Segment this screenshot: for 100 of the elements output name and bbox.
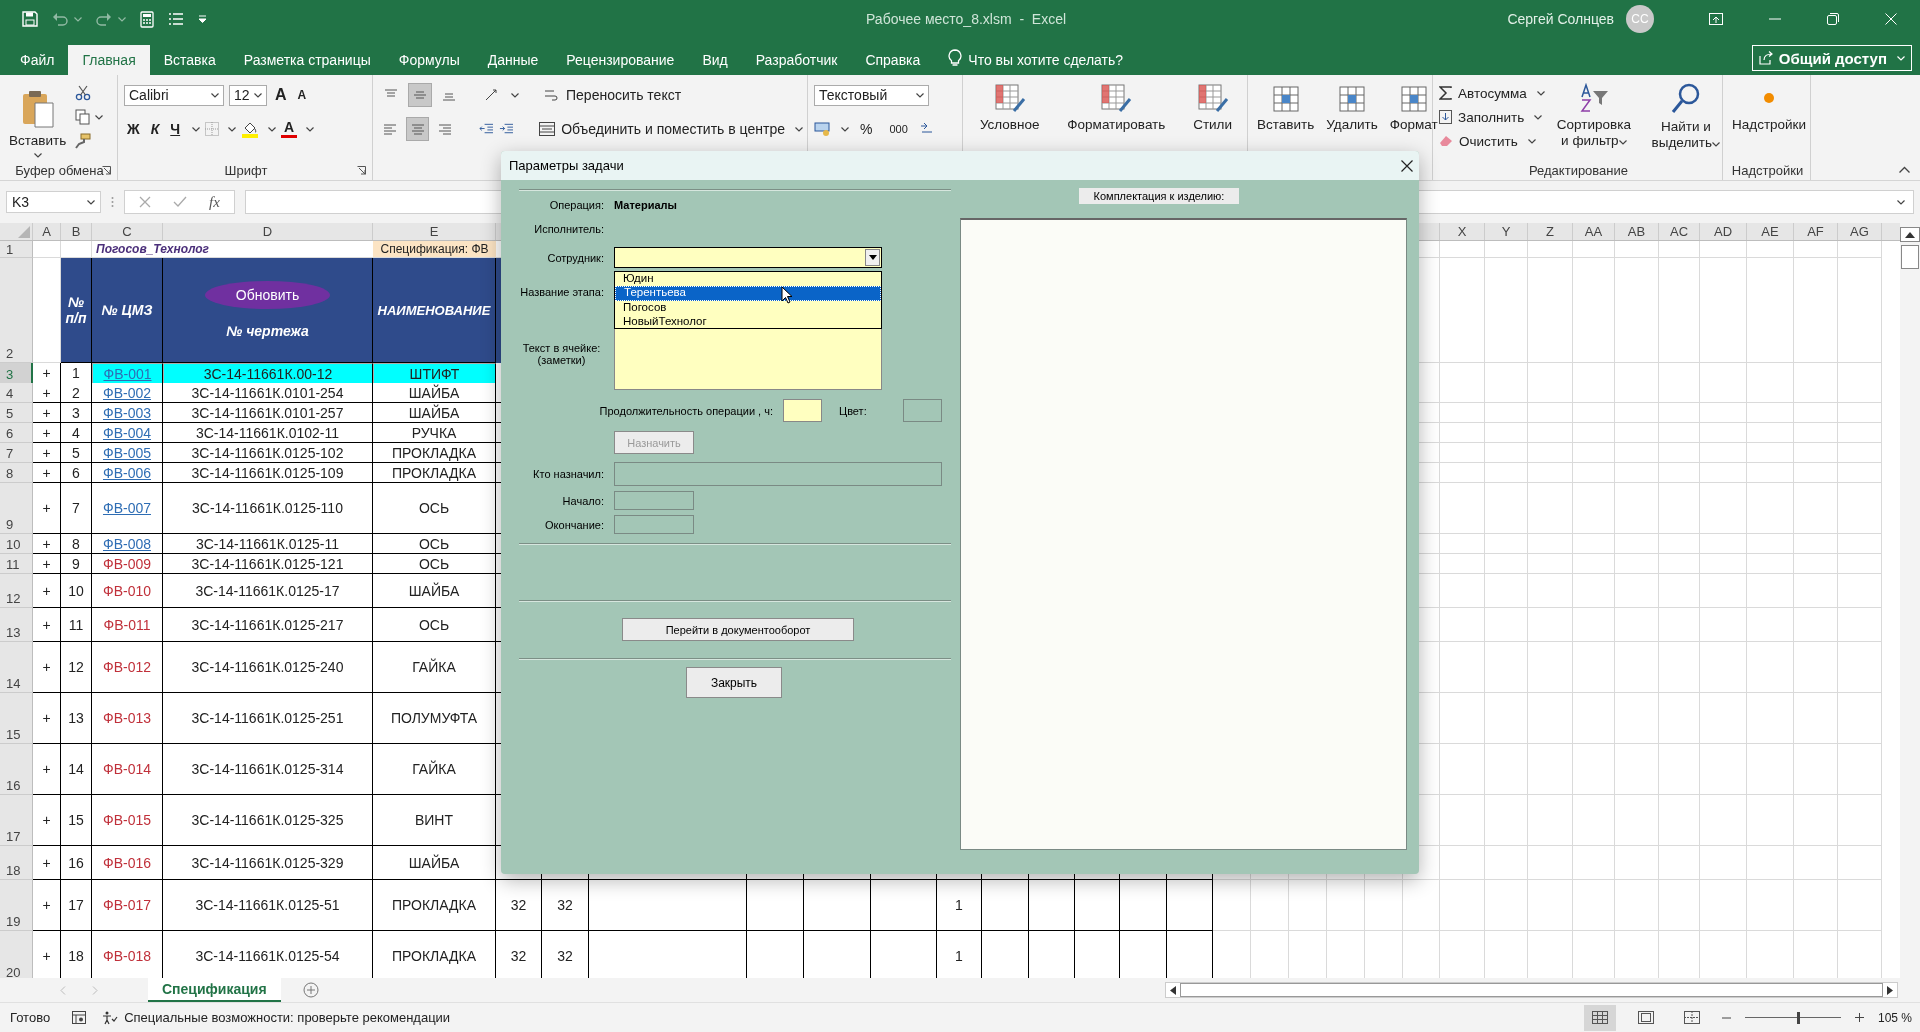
undo-icon[interactable]	[52, 12, 68, 26]
end-field[interactable]	[614, 515, 694, 534]
scroll-right-icon[interactable]	[1887, 985, 1893, 995]
font-size-select[interactable]: 12	[229, 84, 267, 106]
menu-tab[interactable]: Вид	[688, 45, 742, 75]
cell-link[interactable]: ФВ-004	[103, 424, 151, 441]
dialog-launcher-icon[interactable]	[357, 165, 366, 175]
number-format-select[interactable]: Текстовый	[814, 84, 929, 106]
cell-link[interactable]: ФВ-003	[103, 404, 151, 421]
shrink-font-button[interactable]: A	[294, 88, 310, 102]
decrease-indent-icon[interactable]	[479, 123, 495, 135]
ribbon-button[interactable]: Сортировка и фильтр	[1550, 81, 1637, 160]
column-header[interactable]: A	[33, 223, 61, 240]
zoom-in-icon[interactable]	[1854, 1013, 1864, 1022]
column-header[interactable]: AF	[1794, 223, 1838, 240]
row-header[interactable]: 8	[0, 463, 33, 483]
duration-field[interactable]	[783, 399, 822, 422]
increase-indent-icon[interactable]	[499, 123, 515, 135]
ribbon-button[interactable]: Форматировать	[1064, 81, 1169, 180]
row-header[interactable]: 13	[0, 608, 33, 642]
ribbon-button[interactable]: Формат	[1386, 81, 1441, 180]
scrollbar-thumb[interactable]	[1180, 983, 1883, 997]
scissors-icon[interactable]	[75, 85, 92, 101]
horizontal-scrollbar[interactable]	[1165, 982, 1898, 998]
save-icon[interactable]	[22, 11, 38, 27]
row-header[interactable]: 6	[0, 423, 33, 443]
dropdown-option[interactable]: Погосов	[615, 301, 881, 315]
share-button[interactable]: Общий доступ	[1751, 45, 1912, 71]
row-header[interactable]: 11	[0, 554, 33, 574]
close-icon[interactable]	[1401, 159, 1413, 172]
menu-tab[interactable]: Рецензирование	[552, 45, 689, 75]
ribbon-button[interactable]: Стили	[1190, 81, 1236, 180]
cell-link[interactable]: ФВ-008	[103, 535, 151, 552]
sheet-tab[interactable]: Спецификация	[148, 978, 281, 1002]
percent-button[interactable]: %	[854, 121, 879, 137]
zoom-out-icon[interactable]	[1721, 1016, 1731, 1019]
collapse-ribbon-icon[interactable]	[1899, 166, 1910, 173]
scrollbar-thumb[interactable]	[1901, 245, 1919, 269]
name-box[interactable]: K3	[6, 191, 101, 213]
column-header[interactable]: Y	[1485, 223, 1528, 240]
view-mode-button[interactable]	[1583, 1004, 1616, 1031]
scroll-up-icon[interactable]	[1900, 227, 1920, 242]
menu-tab[interactable]: Справка	[851, 45, 935, 75]
docflow-button[interactable]: Перейти в документооборот	[622, 618, 854, 641]
employee-combobox[interactable]	[614, 247, 882, 268]
column-header[interactable]: AB	[1615, 223, 1659, 240]
column-header[interactable]: B	[61, 223, 92, 240]
row-header[interactable]: 16	[0, 744, 33, 795]
column-header[interactable]: AA	[1573, 223, 1615, 240]
cancel-icon[interactable]	[139, 196, 151, 208]
column-header[interactable]: AC	[1659, 223, 1700, 240]
row-header[interactable]: 20	[0, 931, 33, 978]
row-header[interactable]: 2	[0, 258, 33, 363]
format-painter-icon[interactable]	[75, 133, 92, 149]
italic-button[interactable]: К	[147, 121, 163, 137]
cell-link[interactable]: ФВ-005	[103, 444, 151, 461]
close-button[interactable]: Закрыть	[686, 667, 782, 698]
increase-decimal-icon[interactable]	[918, 122, 935, 136]
list-icon[interactable]	[168, 11, 184, 27]
row-header[interactable]: 9	[0, 483, 33, 534]
column-header[interactable]: AE	[1747, 223, 1794, 240]
cell-link[interactable]: ФВ-002	[103, 384, 151, 401]
ribbon-button[interactable]: Условное	[976, 81, 1043, 180]
ribbon-button[interactable]: Удалить	[1323, 81, 1381, 180]
row-header[interactable]: 18	[0, 846, 33, 880]
check-icon[interactable]	[173, 196, 187, 208]
underline-button[interactable]: Ч	[167, 121, 184, 137]
calculator-icon[interactable]	[140, 10, 154, 28]
restore-icon[interactable]	[1827, 13, 1839, 25]
accessibility-status[interactable]: Специальные возможности: проверьте рекомендации	[124, 1010, 451, 1025]
thousands-button[interactable]: 000	[883, 123, 914, 135]
menu-tab[interactable]: Формулы	[384, 45, 474, 75]
dropdown-option[interactable]: Терентьева	[615, 285, 881, 301]
column-header[interactable]: Z	[1528, 223, 1573, 240]
wrap-text-button[interactable]: Переносить текст	[544, 87, 682, 103]
zoom-level[interactable]: 105 %	[1877, 1010, 1912, 1025]
refresh-button[interactable]: Обновить	[205, 281, 330, 309]
row-header[interactable]: 1	[0, 241, 33, 258]
column-header[interactable]: C	[92, 223, 163, 240]
column-header[interactable]: AG	[1838, 223, 1882, 240]
ribbon-button[interactable]: Найти и выделить	[1642, 81, 1729, 160]
menu-tab[interactable]: Данные	[473, 45, 553, 75]
editing-button[interactable]: Автосумма	[1439, 83, 1545, 103]
start-field[interactable]	[614, 491, 694, 510]
font-color-button[interactable]: A	[281, 120, 298, 138]
menu-tab[interactable]: Разработчик	[741, 45, 852, 75]
macro-recording-icon[interactable]	[72, 1011, 87, 1024]
menu-tab[interactable]: Файл	[6, 45, 69, 75]
column-header[interactable]: AD	[1700, 223, 1747, 240]
ribbon-display-icon[interactable]	[1709, 13, 1723, 25]
dropdown-option[interactable]: НовыйТехнолог	[615, 314, 881, 328]
column-header[interactable]: D	[163, 223, 373, 240]
menu-tab[interactable]: Вставка	[149, 45, 230, 75]
row-header[interactable]: 10	[0, 534, 33, 554]
color-swatch[interactable]	[903, 399, 942, 422]
customize-icon[interactable]	[198, 15, 207, 23]
font-select[interactable]: Calibri	[124, 84, 224, 106]
cell-link[interactable]: ФВ-007	[103, 500, 151, 516]
addins-button[interactable]: Надстройки	[1729, 81, 1810, 160]
row-header[interactable]: 14	[0, 642, 33, 693]
